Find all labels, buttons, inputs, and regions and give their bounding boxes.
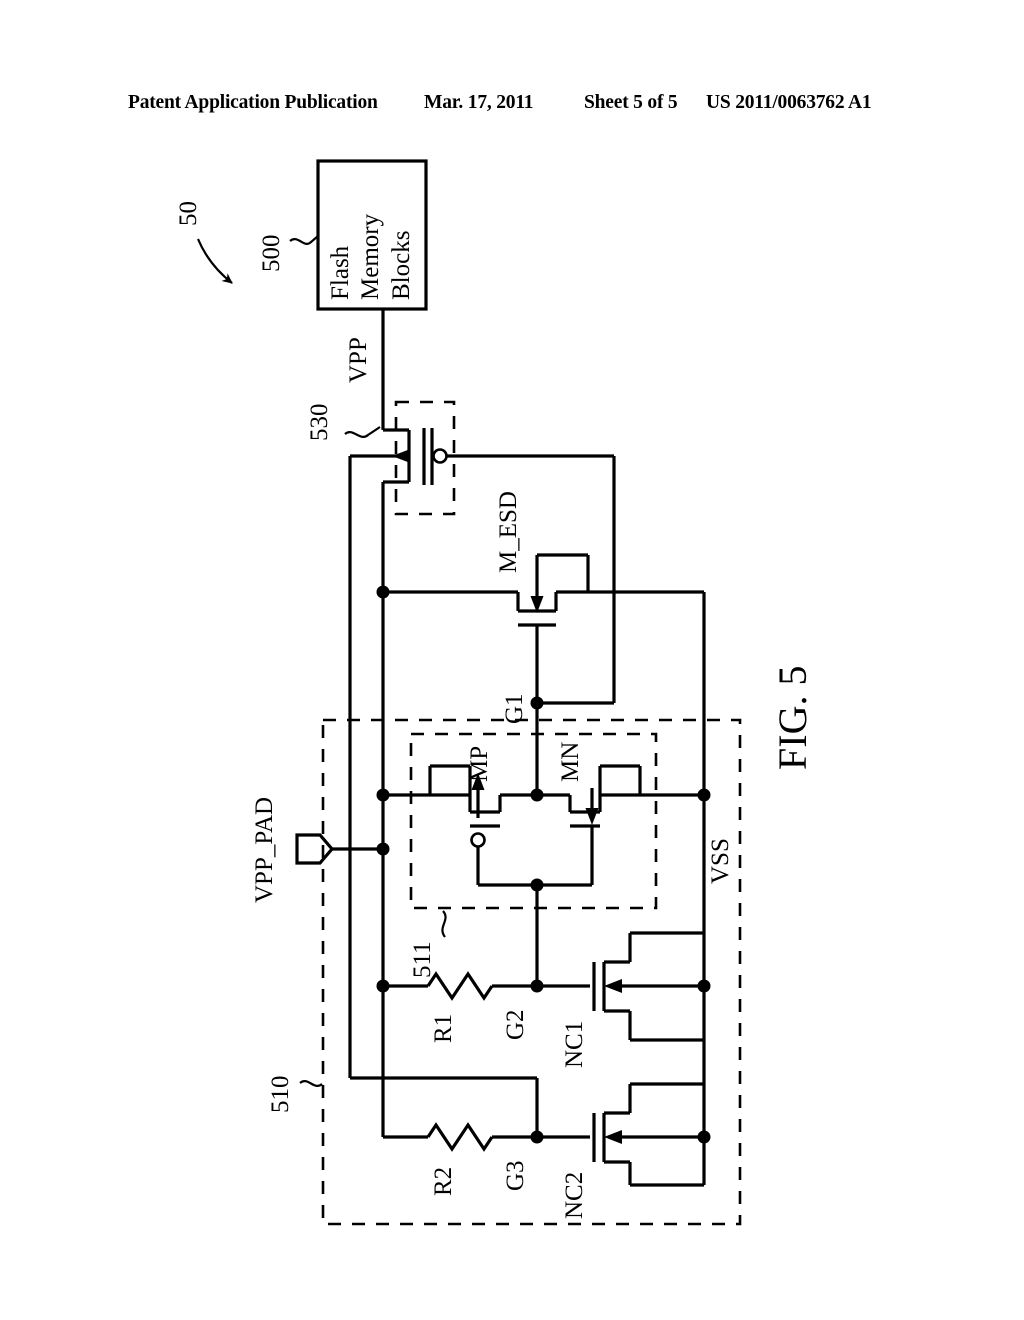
node-g2: G2 — [502, 979, 544, 1040]
flash-memory-line-2: Memory — [357, 213, 384, 300]
device-r2-label: R2 — [430, 1167, 457, 1196]
reference-511: 511 — [409, 910, 447, 978]
node-g3: G3 — [502, 1130, 544, 1191]
device-mn: MN — [537, 742, 704, 887]
block-530-pass-transistor — [348, 400, 614, 1078]
net-vpp: VPP — [345, 309, 385, 430]
reference-500-label: 500 — [258, 235, 285, 273]
pad-vpp-pad-label: VPP_PAD — [251, 797, 278, 903]
node-g2-label: G2 — [502, 1009, 529, 1040]
reference-511-label: 511 — [409, 941, 436, 978]
node-g3-label: G3 — [502, 1160, 529, 1191]
device-r1-label: R1 — [430, 1014, 457, 1043]
reference-530: 530 — [306, 404, 381, 442]
overall-reference-label: 50 — [175, 201, 202, 226]
wire-outer-rail-lower — [350, 1076, 539, 1137]
reference-510: 510 — [267, 1076, 323, 1114]
device-mn-label: MN — [557, 742, 584, 782]
net-vpp-label: VPP — [345, 337, 372, 383]
device-nc1: NC1 — [537, 931, 711, 1068]
flash-memory-line-3: Blocks — [388, 231, 415, 300]
reference-500: 500 — [258, 235, 319, 273]
figure-caption: FIG. 5 — [770, 666, 815, 770]
pad-vpp-pad: VPP_PAD — [251, 797, 390, 903]
net-vss-rail: VSS — [697, 592, 734, 1185]
device-nc1-label: NC1 — [561, 1021, 588, 1068]
block-flash-memory-blocks: Flash Memory Blocks — [316, 159, 428, 311]
device-mp-label: MP — [466, 746, 493, 782]
patent-figure-fig5: .w { stroke:#000; stroke-width:3.2; fill… — [0, 0, 1024, 1320]
device-nc2-label: NC2 — [561, 1172, 588, 1219]
device-nc2: NC2 — [537, 1082, 711, 1219]
reference-510-label: 510 — [267, 1076, 294, 1114]
device-m-esd-label: M_ESD — [495, 491, 522, 573]
flash-memory-line-1: Flash — [327, 245, 354, 300]
overall-reference-50: 50 — [175, 201, 233, 284]
inverter-nodes — [530, 788, 544, 986]
net-vss-label: VSS — [707, 838, 734, 884]
reference-530-label: 530 — [306, 404, 333, 442]
device-mp: MP — [383, 746, 537, 887]
wire-530-gate-to-g1 — [537, 456, 616, 705]
